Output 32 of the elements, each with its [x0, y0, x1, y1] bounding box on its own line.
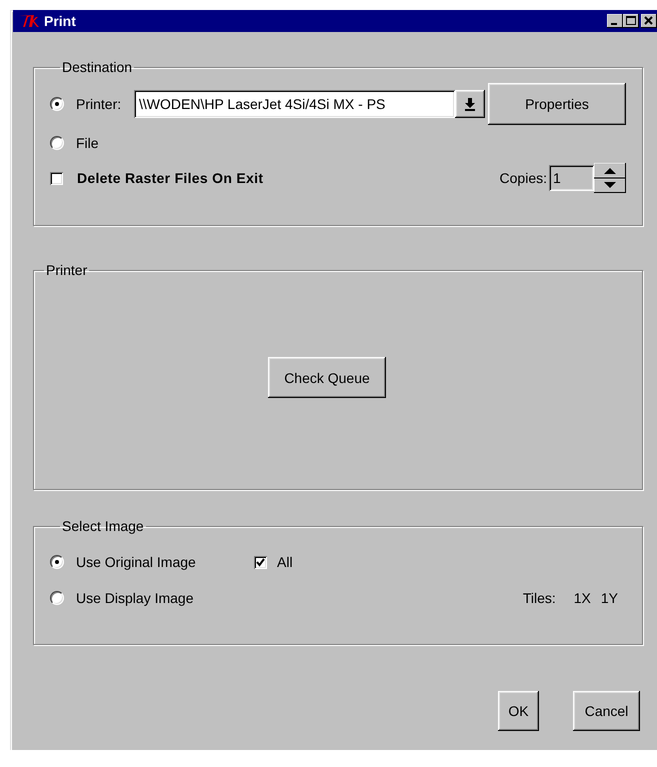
printer-field[interactable]: \\WODEN\HP LaserJet 4Si/4Si MX - PS — [134, 90, 455, 118]
check-queue-button[interactable]: Check Queue — [268, 357, 386, 398]
group-title: Select Image — [61, 518, 145, 534]
properties-button[interactable]: Properties — [488, 83, 626, 125]
radio-button[interactable] — [50, 97, 64, 111]
minimize-icon[interactable] — [607, 14, 623, 28]
cancel-button[interactable]: Cancel — [573, 691, 640, 731]
close-icon[interactable] — [641, 14, 657, 28]
group-title: Destination — [61, 59, 134, 75]
spinner-icon[interactable] — [594, 163, 626, 193]
checkbox[interactable] — [254, 556, 267, 568]
tiles-label: Tiles: — [522, 590, 556, 606]
checkbox-label: All — [277, 554, 293, 570]
radio-button[interactable] — [50, 591, 64, 605]
maximize-icon[interactable] — [623, 14, 639, 28]
radio-button[interactable] — [50, 555, 64, 569]
ok-button[interactable]: OK — [498, 691, 539, 731]
checkbox[interactable] — [50, 172, 63, 184]
tiles-x-value: 1X — [574, 590, 591, 606]
option-label: File — [76, 135, 99, 151]
down-arrow-icon — [463, 97, 477, 111]
dropdown-button[interactable] — [455, 90, 485, 118]
copies-field[interactable]: 1 — [549, 165, 594, 191]
option-label: Use Display Image — [76, 590, 194, 606]
radio-button[interactable] — [50, 136, 64, 150]
window-title: Print — [44, 13, 77, 29]
option-label: Use Original Image — [76, 554, 196, 570]
group-title: Printer — [45, 262, 88, 278]
option-label: Printer: — [76, 96, 122, 112]
checkbox-label: Delete Raster Files On Exit — [77, 170, 264, 186]
copies-label: Copies: — [500, 170, 547, 186]
tiles-y-value: 1Y — [600, 590, 618, 606]
